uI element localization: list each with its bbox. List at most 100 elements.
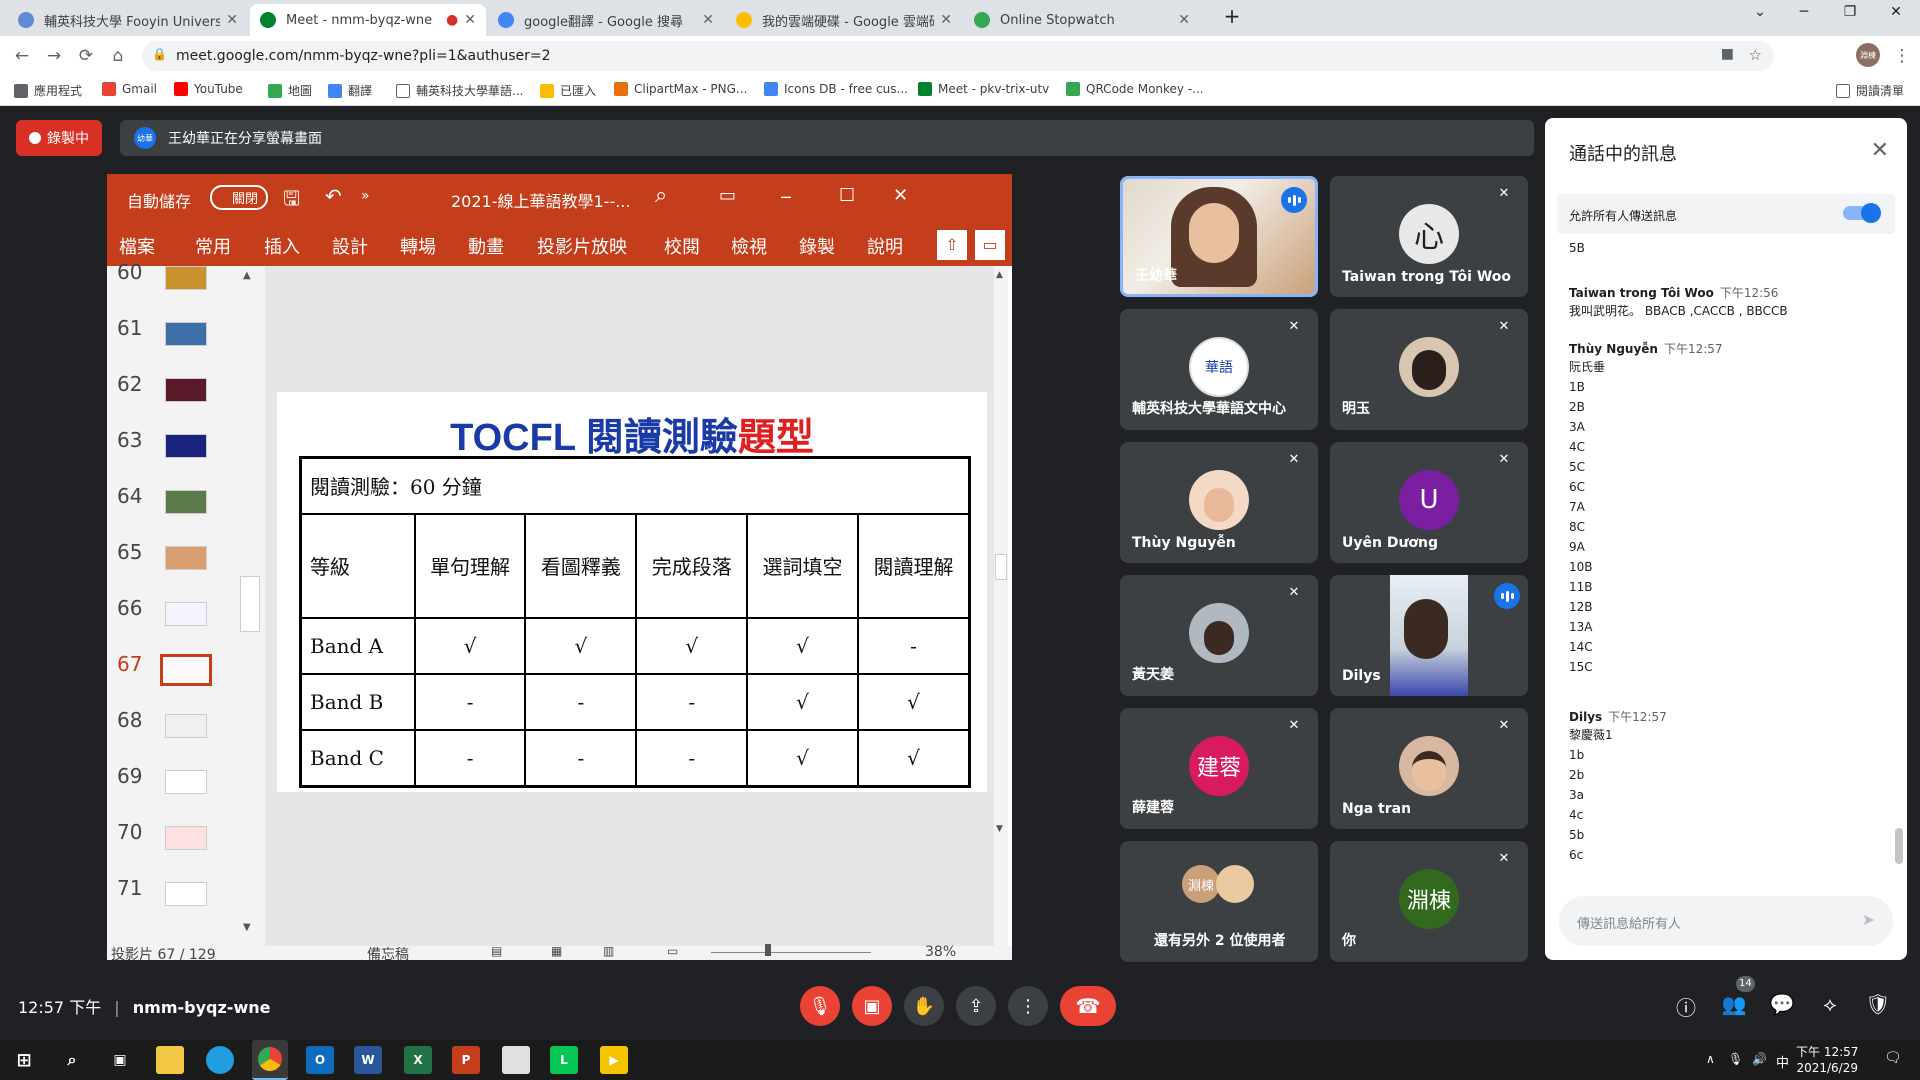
- word-icon[interactable]: W: [354, 1046, 382, 1074]
- participant-tile[interactable]: U ✕ Uyên Dương: [1330, 442, 1528, 563]
- bookmark-fooyin[interactable]: 輔英科技大學華語...: [396, 82, 523, 99]
- share-icon[interactable]: ⇧: [937, 230, 967, 260]
- undo-icon[interactable]: ↶: [325, 184, 342, 208]
- bookmark-qrcode[interactable]: QRCode Monkey -...: [1066, 82, 1204, 96]
- browser-tab[interactable]: Online Stopwatch ✕: [964, 4, 1200, 36]
- tab-file[interactable]: 檔案: [119, 233, 155, 259]
- edge-icon[interactable]: [206, 1046, 234, 1074]
- scroll-up-icon[interactable]: ▲: [996, 270, 1003, 280]
- tab-slideshow[interactable]: 投影片放映: [537, 233, 627, 259]
- participant-tile[interactable]: 建蓉 ✕ 薛建蓉: [1120, 708, 1318, 829]
- scroll-down-icon[interactable]: ▼: [243, 922, 251, 933]
- thumbnail-scrollbar[interactable]: ▲ ▼: [237, 266, 263, 946]
- more-menu-icon[interactable]: ⋮: [1890, 44, 1914, 68]
- volume-icon[interactable]: 🔊: [1752, 1052, 1767, 1066]
- bookmark-meet[interactable]: Meet - pkv-trix-utv: [918, 82, 1049, 96]
- scroll-up-icon[interactable]: ▲: [243, 270, 251, 281]
- participant-tile-video[interactable]: Dilys: [1330, 575, 1528, 696]
- tab-insert[interactable]: 插入: [264, 233, 300, 259]
- bookmark-maps[interactable]: 地圖: [268, 82, 312, 99]
- bookmark-imported[interactable]: 已匯入: [540, 82, 596, 99]
- bookmark-youtube[interactable]: YouTube: [174, 82, 243, 96]
- document-title[interactable]: 2021-線上華語教學1--...: [451, 188, 630, 212]
- leave-call-button[interactable]: ☎: [1060, 986, 1116, 1026]
- maximize-icon[interactable]: ☐: [839, 185, 855, 206]
- bookmark-star-icon[interactable]: ☆: [1749, 46, 1762, 64]
- task-view-icon[interactable]: ▣: [106, 1046, 134, 1074]
- close-tab-icon[interactable]: ✕: [1178, 12, 1190, 28]
- tab-view[interactable]: 檢視: [731, 233, 767, 259]
- ribbon-display-icon[interactable]: ▭: [719, 185, 736, 206]
- chat-scrollbar[interactable]: [1895, 828, 1903, 864]
- more-commands-icon[interactable]: »: [361, 188, 370, 204]
- bookmark-translate[interactable]: 翻譯: [328, 82, 372, 99]
- raise-hand-button[interactable]: ✋: [904, 986, 944, 1026]
- close-tab-icon[interactable]: ✕: [226, 12, 238, 28]
- slide-sorter-icon[interactable]: ▦: [551, 944, 562, 958]
- scroll-thumb[interactable]: [240, 576, 260, 632]
- present-now-button[interactable]: ⇪: [956, 986, 996, 1026]
- bookmark-apps[interactable]: 應用程式: [14, 82, 82, 99]
- close-window-button[interactable]: ✕: [1876, 4, 1916, 28]
- powerpoint-icon[interactable]: P: [452, 1046, 480, 1074]
- chat-icon[interactable]: 💬: [1768, 992, 1796, 1020]
- system-clock[interactable]: 下午 12:57 2021/6/29: [1796, 1044, 1858, 1076]
- close-icon[interactable]: ✕: [893, 185, 908, 206]
- more-options-button[interactable]: ⋮: [1008, 986, 1048, 1026]
- tab-transitions[interactable]: 轉場: [400, 233, 436, 259]
- normal-view-icon[interactable]: ▤: [491, 944, 502, 958]
- autosave-toggle[interactable]: 關閉: [210, 185, 269, 210]
- new-tab-button[interactable]: +: [1212, 4, 1252, 28]
- participant-tile[interactable]: 華語 ✕ 輔英科技大學華語文中心: [1120, 309, 1318, 430]
- bookmark-gmail[interactable]: Gmail: [102, 82, 157, 96]
- comments-icon[interactable]: ▭: [975, 230, 1005, 260]
- tab-help[interactable]: 說明: [867, 233, 903, 259]
- send-icon[interactable]: ➤: [1862, 910, 1875, 929]
- scroll-down-icon[interactable]: ▼: [996, 824, 1003, 834]
- camera-off-button[interactable]: ▣: [852, 986, 892, 1026]
- reading-list-button[interactable]: 閱讀清單: [1836, 82, 1904, 99]
- activities-icon[interactable]: ⟡: [1816, 992, 1844, 1020]
- file-explorer-icon[interactable]: [156, 1046, 184, 1074]
- search-icon[interactable]: ⌕: [655, 183, 667, 208]
- participant-tile-speaking[interactable]: 王幼華: [1120, 176, 1318, 297]
- tab-design[interactable]: 設計: [332, 233, 368, 259]
- close-icon[interactable]: ✕: [1871, 138, 1889, 163]
- reload-icon[interactable]: ⟳: [74, 44, 98, 68]
- people-icon[interactable]: 👥: [1720, 992, 1748, 1020]
- self-tile[interactable]: 淵棟 ✕ 你: [1330, 841, 1528, 962]
- participant-tile[interactable]: ✕ Thùy Nguyễn: [1120, 442, 1318, 563]
- search-icon[interactable]: ⌕: [58, 1046, 86, 1074]
- bookmark-iconsdb[interactable]: Icons DB - free cus...: [764, 82, 908, 96]
- home-icon[interactable]: ⌂: [106, 44, 130, 68]
- browser-tab[interactable]: 我的雲端硬碟 - Google 雲端硬碟 ✕: [726, 4, 962, 36]
- forward-arrow-icon[interactable]: →: [42, 44, 66, 68]
- address-bar[interactable]: 🔒 meet.google.com/nmm-byqz-wne?pli=1&aut…: [142, 41, 1774, 71]
- browser-tab[interactable]: google翻譯 - Google 搜尋 ✕: [488, 4, 724, 36]
- allow-messages-toggle[interactable]: [1843, 203, 1881, 223]
- minimize-icon[interactable]: ─: [781, 188, 791, 207]
- notifications-icon[interactable]: 🗨: [1884, 1050, 1902, 1066]
- reading-view-icon[interactable]: ▥: [603, 944, 614, 958]
- mic-off-button[interactable]: 🎙: [800, 986, 840, 1026]
- tray-chevron-icon[interactable]: ∧: [1706, 1052, 1715, 1066]
- participant-tile[interactable]: ✕ 黃天姜: [1120, 575, 1318, 696]
- recording-badge[interactable]: 錄製中: [16, 120, 102, 156]
- back-arrow-icon[interactable]: ←: [10, 44, 34, 68]
- store-icon[interactable]: [502, 1046, 530, 1074]
- close-tab-icon[interactable]: ✕: [702, 12, 714, 28]
- participant-tile[interactable]: ✕ 明玉: [1330, 309, 1528, 430]
- minimize-button[interactable]: ─: [1784, 4, 1824, 28]
- camera-indicator-icon[interactable]: ■: [1721, 46, 1734, 62]
- participant-tile[interactable]: 心 ✕ Taiwan trong Tôi Woo: [1330, 176, 1528, 297]
- host-controls-icon[interactable]: 🛡: [1864, 992, 1892, 1020]
- profile-avatar[interactable]: 淵棟: [1856, 43, 1880, 67]
- bookmark-clipartmax[interactable]: ClipartMax - PNG...: [614, 82, 747, 96]
- tab-animations[interactable]: 動畫: [468, 233, 504, 259]
- browser-tab[interactable]: 輔英科技大學 Fooyin University ✕: [8, 4, 248, 36]
- others-tile[interactable]: 淵棟 還有另外 2 位使用者: [1120, 841, 1318, 962]
- chat-message-input[interactable]: 傳送訊息給所有人 ➤: [1559, 896, 1893, 946]
- zoom-slider[interactable]: [711, 952, 871, 953]
- restore-button[interactable]: ❐: [1830, 4, 1870, 28]
- tray-mic-icon[interactable]: 🎙: [1728, 1052, 1743, 1066]
